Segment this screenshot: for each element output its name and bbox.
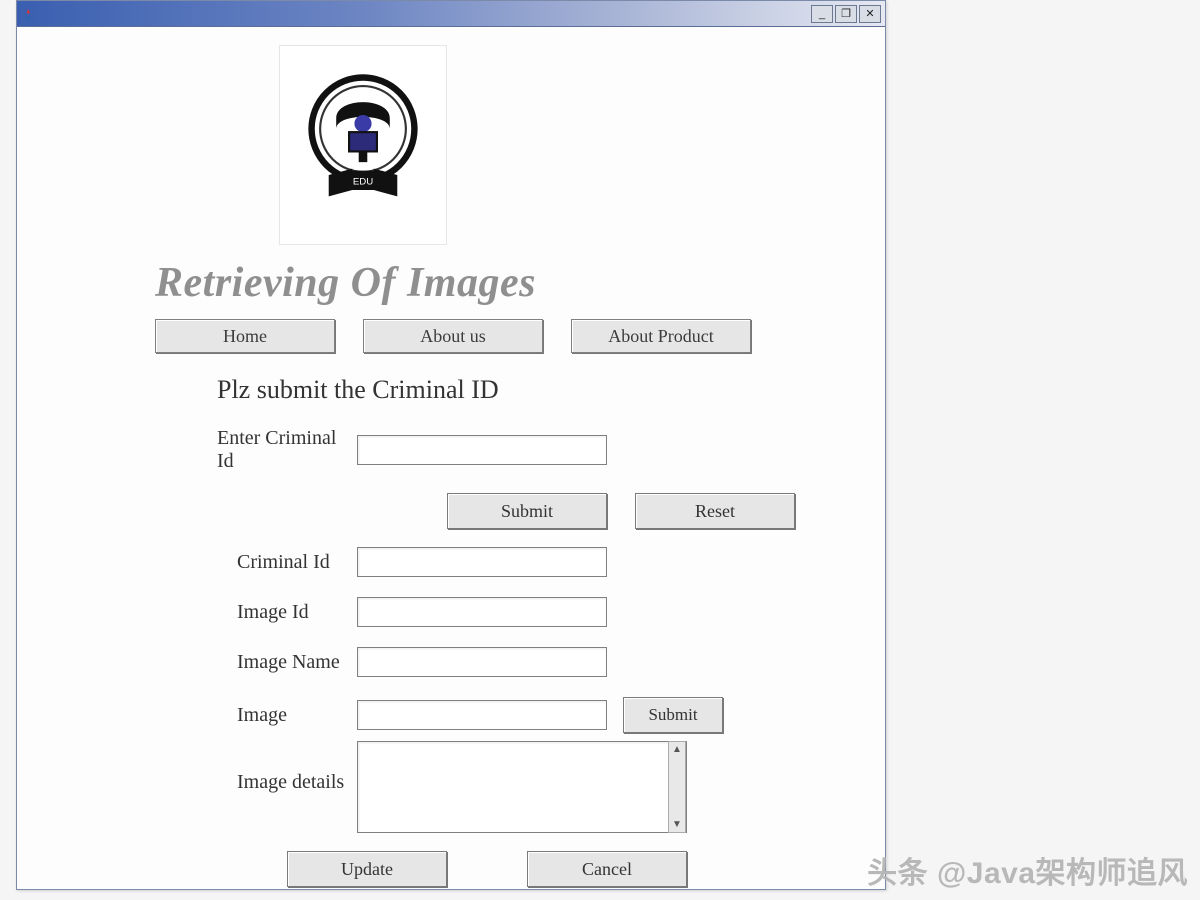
window-body: EDU Retrieving Of Images Home About us A… bbox=[17, 27, 885, 889]
image-name-input[interactable] bbox=[357, 647, 607, 677]
svg-text:EDU: EDU bbox=[353, 177, 373, 188]
page-title: Retrieving Of Images bbox=[155, 259, 855, 307]
watermark-text: 头条 @Java架构师追风 bbox=[867, 848, 1188, 892]
nav-about-product-button[interactable]: About Product bbox=[571, 319, 751, 353]
submit-button[interactable]: Submit bbox=[447, 493, 607, 529]
titlebar: _ ❐ ✕ bbox=[17, 1, 885, 27]
page-subtitle: Plz submit the Criminal ID bbox=[217, 375, 855, 405]
image-submit-button[interactable]: Submit bbox=[623, 697, 723, 733]
enter-criminal-id-label: Enter Criminal Id bbox=[47, 427, 357, 473]
cancel-button[interactable]: Cancel bbox=[527, 851, 687, 887]
update-button[interactable]: Update bbox=[287, 851, 447, 887]
image-label: Image bbox=[47, 704, 357, 727]
image-details-textarea[interactable] bbox=[357, 741, 687, 833]
java-app-icon bbox=[23, 7, 37, 21]
image-details-label: Image details bbox=[47, 741, 357, 794]
reset-button[interactable]: Reset bbox=[635, 493, 795, 529]
image-id-label: Image Id bbox=[47, 601, 357, 624]
image-name-label: Image Name bbox=[47, 651, 357, 674]
maximize-button[interactable]: ❐ bbox=[835, 5, 857, 23]
nav-about-us-button[interactable]: About us bbox=[363, 319, 543, 353]
criminal-id-input[interactable] bbox=[357, 547, 607, 577]
minimize-button[interactable]: _ bbox=[811, 5, 833, 23]
emblem-icon: EDU bbox=[298, 70, 428, 220]
nav-home-button[interactable]: Home bbox=[155, 319, 335, 353]
enter-criminal-id-input[interactable] bbox=[357, 435, 607, 465]
image-input[interactable] bbox=[357, 700, 607, 730]
image-id-input[interactable] bbox=[357, 597, 607, 627]
close-button[interactable]: ✕ bbox=[859, 5, 881, 23]
criminal-id-label: Criminal Id bbox=[47, 551, 357, 574]
logo-container: EDU bbox=[279, 45, 447, 245]
app-window: _ ❐ ✕ EDU Retrieving Of Images Home Abo bbox=[16, 0, 886, 890]
